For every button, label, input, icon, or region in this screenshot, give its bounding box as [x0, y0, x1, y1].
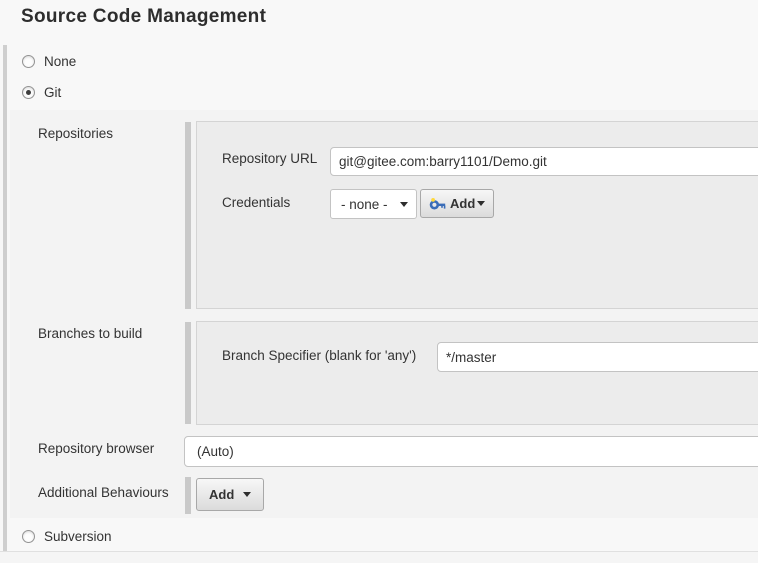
- scm-option-none[interactable]: None: [22, 54, 76, 69]
- scm-option-none-label[interactable]: None: [44, 54, 76, 69]
- additional-behaviours-add-button[interactable]: Add: [196, 478, 264, 511]
- key-icon: [429, 198, 446, 210]
- section-left-bar: [3, 45, 7, 551]
- scm-option-subversion[interactable]: Subversion: [22, 529, 112, 544]
- radio-unchecked-icon[interactable]: [22, 530, 35, 543]
- credentials-add-button[interactable]: Add: [420, 189, 494, 218]
- repository-url-label: Repository URL: [222, 151, 317, 166]
- additional-behaviours-bar: [185, 477, 191, 514]
- credentials-selected-value: - none -: [331, 197, 400, 212]
- caret-down-icon: [243, 492, 251, 497]
- scm-option-git-label[interactable]: Git: [44, 85, 61, 100]
- branch-specifier-input[interactable]: [437, 342, 758, 372]
- repository-browser-selected-value: (Auto): [185, 444, 758, 459]
- page-title: Source Code Management: [21, 6, 266, 28]
- next-section-area: [0, 552, 758, 563]
- repositories-chunk-drag-bar[interactable]: [185, 122, 191, 309]
- branches-section-label: Branches to build: [38, 326, 142, 341]
- radio-checked-icon[interactable]: [22, 86, 35, 99]
- caret-down-icon: [477, 201, 485, 206]
- repositories-section-label: Repositories: [38, 126, 113, 141]
- radio-unchecked-icon[interactable]: [22, 55, 35, 68]
- scm-option-git[interactable]: Git: [22, 85, 61, 100]
- branch-specifier-label: Branch Specifier (blank for 'any'): [222, 348, 416, 363]
- credentials-add-button-label: Add: [450, 196, 475, 211]
- repository-browser-label: Repository browser: [38, 441, 154, 456]
- branches-panel: [196, 321, 758, 425]
- additional-behaviours-add-label: Add: [209, 487, 234, 502]
- repository-browser-select[interactable]: (Auto): [184, 436, 758, 467]
- credentials-select[interactable]: - none -: [330, 189, 417, 219]
- repository-url-input[interactable]: [330, 147, 758, 176]
- caret-down-icon: [400, 202, 408, 207]
- scm-config-page: Source Code Management None Git Reposito…: [0, 0, 758, 563]
- scm-option-subversion-label[interactable]: Subversion: [44, 529, 112, 544]
- additional-behaviours-label: Additional Behaviours: [38, 485, 169, 500]
- credentials-label: Credentials: [222, 195, 290, 210]
- branches-chunk-drag-bar[interactable]: [185, 322, 191, 424]
